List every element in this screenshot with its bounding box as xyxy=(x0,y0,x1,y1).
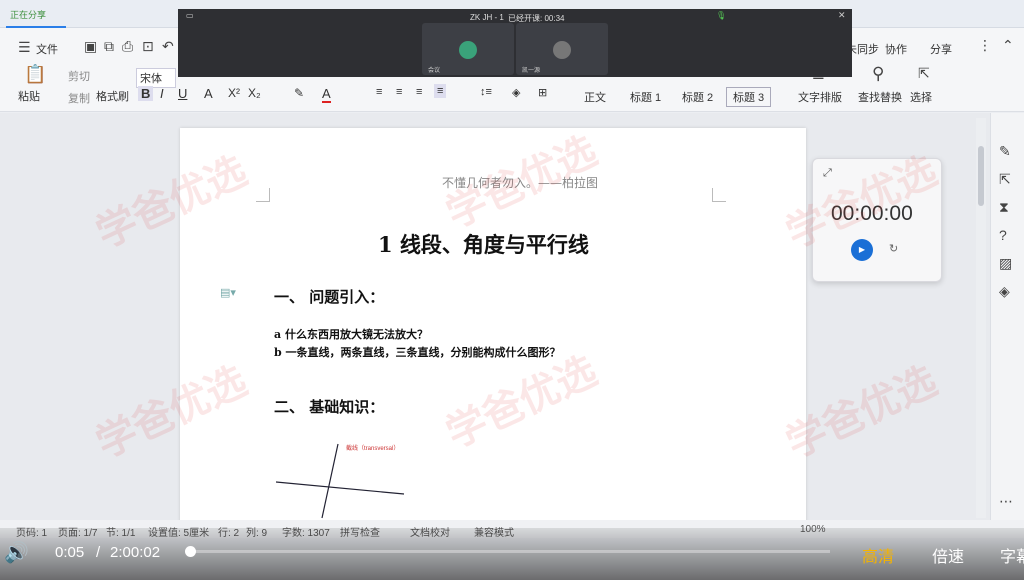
participant-tile[interactable]: 会议 xyxy=(422,23,514,75)
timer-display: 00:00:00 xyxy=(831,202,913,225)
style-heading-3[interactable]: 标题 3 xyxy=(726,87,772,107)
select-button[interactable]: 选择 xyxy=(910,89,932,105)
bold-button[interactable]: B xyxy=(138,86,154,101)
scroll-thumb[interactable] xyxy=(978,146,984,206)
speed-button[interactable]: 倍速 xyxy=(932,543,964,567)
participant-name: 会议 xyxy=(428,68,441,74)
export-icon[interactable]: ⧉ xyxy=(104,38,114,55)
italic-button[interactable]: I xyxy=(160,86,164,101)
current-time: 0:05 xyxy=(55,544,85,561)
share-button[interactable]: 分享 xyxy=(930,41,952,57)
help-icon[interactable]: ? xyxy=(999,227,1007,243)
copy-button[interactable]: 复制 xyxy=(68,90,90,106)
style-heading-2[interactable]: 标题 2 xyxy=(682,89,713,105)
paragraph-icon[interactable]: ▤▾ xyxy=(220,286,236,299)
save-icon[interactable]: ▣ xyxy=(84,38,97,55)
sharing-status: 正在分享 xyxy=(10,10,47,20)
quality-button[interactable]: 高清 xyxy=(862,543,894,567)
font-name-select[interactable]: 宋体 xyxy=(136,68,176,88)
text-layout-button[interactable]: 文字排版 xyxy=(798,89,842,105)
meeting-title: ZK JH - 1 xyxy=(470,13,504,22)
camera-icon[interactable]: ▭ xyxy=(186,11,194,20)
search-icon: ⚲ xyxy=(872,64,885,83)
total-time: 2:00:02 xyxy=(110,544,161,561)
subtitle-button[interactable]: 字幕 xyxy=(1000,543,1024,567)
pointer-icon[interactable]: ⇱ xyxy=(999,171,1011,188)
font-color-button[interactable]: A xyxy=(322,86,331,103)
margin-mark xyxy=(256,188,270,202)
print-icon[interactable]: ⎙ xyxy=(122,38,133,55)
pen-icon[interactable]: ✎ xyxy=(999,143,1011,160)
section-heading-2: 二、 基础知识： xyxy=(274,398,385,416)
find-replace-button[interactable]: 查找替换 xyxy=(858,89,902,105)
question-b: b 一条直线，两条直线，三条直线，分别能构成什么图形？ xyxy=(274,346,561,359)
more-icon[interactable]: ⋮ xyxy=(978,37,992,54)
right-sidebar: ✎ ⇱ ⧗ ? ▨ ◈ ⋯ xyxy=(990,113,1024,525)
participant-name: 凯一源 xyxy=(522,68,541,74)
time-separator: / xyxy=(96,544,101,561)
preview-icon[interactable]: ⊡ xyxy=(142,38,154,55)
reset-icon[interactable]: ↻ xyxy=(889,242,898,255)
figure-label: 截线（transversal） xyxy=(346,444,399,452)
align-center-icon[interactable]: ≡ xyxy=(396,86,402,98)
expand-icon[interactable]: ⤢ xyxy=(823,167,832,180)
collapse-icon[interactable]: ⌃ xyxy=(1002,37,1014,54)
justify-icon[interactable]: ≡ xyxy=(434,84,447,98)
collab-button[interactable]: 协作 xyxy=(885,41,907,57)
progress-track[interactable] xyxy=(190,550,830,553)
image-icon[interactable]: ▨ xyxy=(999,255,1012,272)
file-menu[interactable]: 文件 xyxy=(36,41,58,57)
undo-icon[interactable]: ↶ xyxy=(162,38,174,55)
meeting-bar: ZK JH - 1 已经开课: 00:34 会议 凯一源 ▭ 🎙 ✕ xyxy=(178,9,852,77)
vertical-scrollbar[interactable] xyxy=(976,118,986,518)
subscript-button[interactable]: X₂ xyxy=(248,86,261,100)
document-page[interactable]: 不懂几何者勿入。——柏拉图 1 线段、角度与平行线 ▤▾ 一、 问题引入： a … xyxy=(180,128,806,528)
format-painter-button[interactable]: 格式刷 xyxy=(96,88,129,104)
border-icon[interactable]: ⊞ xyxy=(538,86,547,99)
align-left-icon[interactable]: ≡ xyxy=(376,86,382,98)
section-heading-1: 一、 问题引入： xyxy=(274,288,385,306)
adjust-icon[interactable]: ⧗ xyxy=(999,199,1009,216)
play-button[interactable]: ▶ xyxy=(851,239,873,261)
paste-icon[interactable]: 📋 xyxy=(24,64,46,85)
line-spacing-icon[interactable]: ↕≡ xyxy=(480,86,492,98)
avatar xyxy=(459,41,477,59)
avatar xyxy=(553,41,571,59)
close-icon[interactable]: ✕ xyxy=(838,10,846,21)
video-player-controls: 🔊 0:05 / 2:00:02 高清 倍速 字幕 xyxy=(0,528,1024,580)
epigraph: 不懂几何者勿入。——柏拉图 xyxy=(442,176,599,190)
highlight-icon[interactable]: ✎ xyxy=(294,86,304,100)
participant-tile[interactable]: 凯一源 xyxy=(516,23,608,75)
mic-icon[interactable]: 🎙 xyxy=(716,11,726,20)
superscript-button[interactable]: X² xyxy=(228,86,240,100)
style-normal[interactable]: 正文 xyxy=(584,89,606,105)
underline-button[interactable]: U xyxy=(178,86,187,101)
transversal-figure: 截线（transversal） xyxy=(276,443,405,519)
transversal-line xyxy=(321,443,339,519)
volume-icon[interactable]: 🔊 xyxy=(4,540,29,565)
cursor-icon: ⇱ xyxy=(918,65,930,81)
timer-widget: ⤢ 00:00:00 ▶ ↻ xyxy=(812,158,942,282)
question-a: a 什么东西用放大镜无法放大？ xyxy=(274,328,428,341)
margin-mark xyxy=(712,188,726,202)
strikethrough-button[interactable]: A xyxy=(204,86,213,101)
style-heading-1[interactable]: 标题 1 xyxy=(630,89,661,105)
more-dots-icon[interactable]: ⋯ xyxy=(999,493,1013,510)
align-right-icon[interactable]: ≡ xyxy=(416,86,422,98)
progress-scrubber[interactable] xyxy=(185,546,197,557)
diamond-icon[interactable]: ◈ xyxy=(999,283,1010,300)
shading-icon[interactable]: ◈ xyxy=(512,86,520,99)
cut-button[interactable]: 剪切 xyxy=(68,68,90,84)
parallel-line xyxy=(276,481,405,495)
paste-button[interactable]: 粘贴 xyxy=(18,88,40,104)
menu-icon[interactable]: ☰ xyxy=(18,39,31,56)
document-title: 1 线段、角度与平行线 xyxy=(378,232,589,257)
